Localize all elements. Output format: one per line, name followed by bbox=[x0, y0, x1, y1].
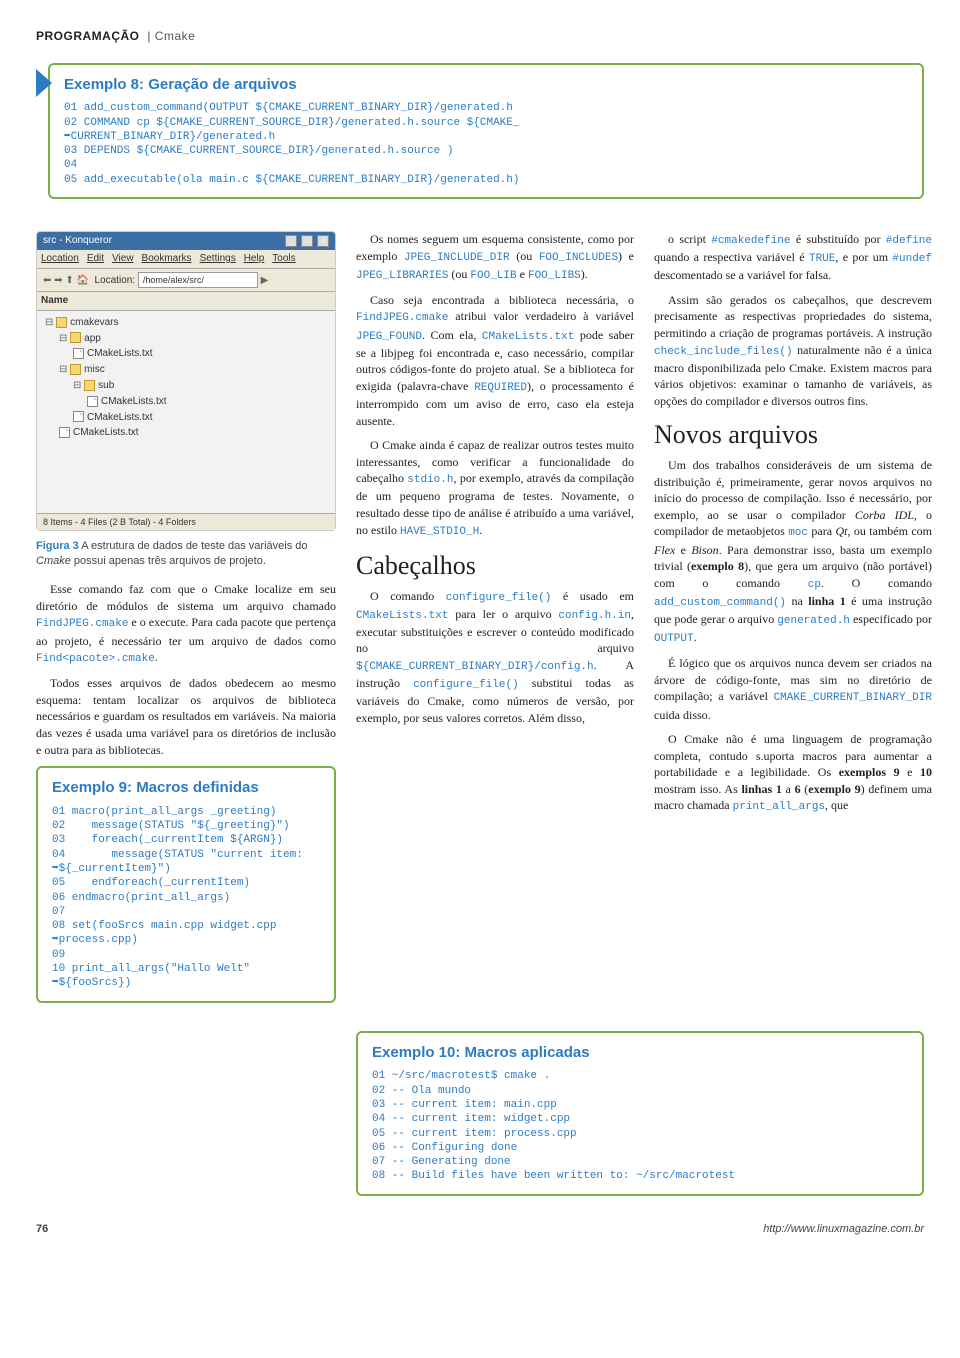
page-header: PROGRAMAÇÃO | Cmake bbox=[36, 28, 924, 45]
mid-p2: Caso seja encontrada a biblioteca necess… bbox=[356, 292, 634, 429]
example9-title: Exemplo 9: Macros definidas bbox=[52, 778, 320, 799]
file-icon bbox=[87, 396, 98, 407]
left-p2: Todos esses arquivos de dados obedecem a… bbox=[36, 675, 336, 758]
right-p5: O Cmake não é uma linguagem de programaç… bbox=[654, 731, 932, 815]
left-p1: Esse comando faz com que o Cmake localiz… bbox=[36, 581, 336, 667]
location-label: Location: bbox=[95, 275, 136, 286]
name-column-header: Name bbox=[37, 292, 335, 311]
example10-title: Exemplo 10: Macros aplicadas bbox=[372, 1043, 908, 1064]
figure-tree: ⊟ cmakevars ⊟ app CMakeLists.txt ⊟ misc … bbox=[37, 311, 335, 445]
heading-cabecalhos: Cabeçalhos bbox=[356, 548, 634, 584]
figure3-window: src - Konqueror _ □ × LocationEditViewBo… bbox=[36, 231, 336, 531]
arrow-icon bbox=[36, 69, 52, 97]
figure-menubar: LocationEditViewBookmarksSettingsHelpToo… bbox=[37, 250, 335, 269]
maximize-icon: □ bbox=[301, 235, 313, 247]
mid-p4: O comando configure_file() é usado em CM… bbox=[356, 588, 634, 727]
example8-box: Exemplo 8: Geração de arquivos 01 add_cu… bbox=[48, 63, 924, 199]
example9-box: Exemplo 9: Macros definidas 01 macro(pri… bbox=[36, 766, 336, 1003]
folder-icon bbox=[56, 317, 67, 328]
header-section: PROGRAMAÇÃO bbox=[36, 29, 140, 43]
page-number: 76 bbox=[36, 1222, 48, 1237]
right-p2: Assim são gerados os cabeçalhos, que des… bbox=[654, 292, 932, 409]
location-input: /home/alex/src/ bbox=[138, 272, 258, 288]
file-icon bbox=[73, 348, 84, 359]
file-icon bbox=[59, 427, 70, 438]
footer-url: http://www.linuxmagazine.com.br bbox=[763, 1222, 924, 1237]
example10-box: Exemplo 10: Macros aplicadas 01 ~/src/ma… bbox=[356, 1031, 924, 1196]
right-p4: É lógico que os arquivos nunca devem ser… bbox=[654, 655, 932, 723]
figure-statusbar: 8 Items - 4 Files (2 B Total) - 4 Folder… bbox=[37, 513, 335, 530]
figure3-caption: Figura 3 A estrutura de dados de teste d… bbox=[36, 539, 336, 569]
middle-column: Os nomes seguem um esquema consistente, … bbox=[356, 231, 634, 1017]
folder-icon bbox=[84, 380, 95, 391]
mid-p1: Os nomes seguem um esquema consistente, … bbox=[356, 231, 634, 284]
minimize-icon: _ bbox=[285, 235, 297, 247]
mid-p3: O Cmake ainda é capaz de realizar outros… bbox=[356, 437, 634, 540]
close-icon: × bbox=[317, 235, 329, 247]
right-column: o script #cmakedefine é substituído por … bbox=[654, 231, 932, 1017]
folder-icon bbox=[70, 332, 81, 343]
left-column: src - Konqueror _ □ × LocationEditViewBo… bbox=[36, 231, 336, 1017]
example8-code: 01 add_custom_command(OUTPUT ${CMAKE_CUR… bbox=[64, 101, 908, 187]
folder-icon bbox=[70, 364, 81, 375]
file-icon bbox=[73, 411, 84, 422]
heading-novos: Novos arquivos bbox=[654, 417, 932, 453]
page-footer: 76 http://www.linuxmagazine.com.br bbox=[36, 1222, 924, 1237]
header-sub: | Cmake bbox=[147, 29, 195, 43]
right-p1: o script #cmakedefine é substituído por … bbox=[654, 231, 932, 284]
right-p3: Um dos trabalhos consideráveis de um sis… bbox=[654, 457, 932, 647]
example8-title: Exemplo 8: Geração de arquivos bbox=[64, 75, 908, 96]
figure-toolbar: ⬅ ➡ ⬆ 🏠 Location: /home/alex/src/ ▶ bbox=[37, 269, 335, 292]
example10-code: 01 ~/src/macrotest$ cmake . 02 -- Ola mu… bbox=[372, 1069, 908, 1183]
figure-titlebar: src - Konqueror _ □ × bbox=[37, 232, 335, 250]
example9-code: 01 macro(print_all_args _greeting) 02 me… bbox=[52, 805, 320, 991]
